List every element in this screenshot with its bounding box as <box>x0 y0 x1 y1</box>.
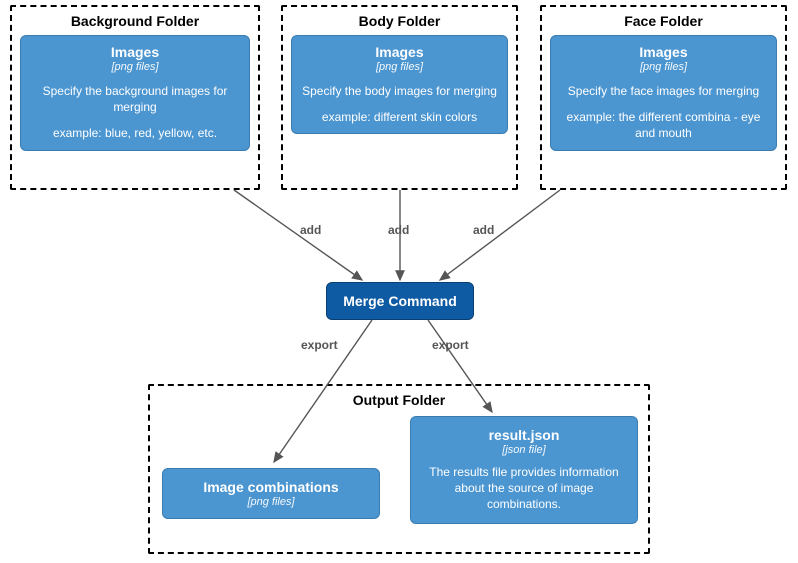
body-folder-title: Body Folder <box>291 13 508 29</box>
card-desc: The results file provides information ab… <box>423 464 625 513</box>
card-subtitle: [png files] <box>561 61 766 73</box>
card-title: Images <box>561 44 766 60</box>
image-combinations-card: Image combinations [png files] <box>162 468 380 519</box>
face-folder: Face Folder Images [png files] Specify t… <box>540 5 787 190</box>
card-desc: Specify the body images for merging <box>302 83 497 99</box>
face-folder-title: Face Folder <box>550 13 777 29</box>
merge-command: Merge Command <box>326 282 474 320</box>
card-subtitle: [json file] <box>423 444 625 456</box>
edge-label-export: export <box>301 338 338 352</box>
background-images-card: Images [png files] Specify the backgroun… <box>20 35 250 151</box>
card-example: example: blue, red, yellow, etc. <box>31 125 239 141</box>
body-images-card: Images [png files] Specify the body imag… <box>291 35 508 134</box>
body-folder: Body Folder Images [png files] Specify t… <box>281 5 518 190</box>
merge-command-label: Merge Command <box>343 293 457 309</box>
output-folder: Output Folder Image combinations [png fi… <box>148 384 650 554</box>
card-subtitle: [png files] <box>31 61 239 73</box>
edge-label-add: add <box>473 223 494 237</box>
card-title: Images <box>31 44 239 60</box>
card-title: Image combinations <box>175 479 367 495</box>
card-title: result.json <box>423 427 625 443</box>
face-images-card: Images [png files] Specify the face imag… <box>550 35 777 151</box>
background-folder-title: Background Folder <box>20 13 250 29</box>
card-subtitle: [png files] <box>175 496 367 508</box>
edge-label-add: add <box>300 223 321 237</box>
card-desc: Specify the face images for merging <box>561 83 766 99</box>
card-desc: Specify the background images for mergin… <box>31 83 239 115</box>
card-title: Images <box>302 44 497 60</box>
card-example: example: different skin colors <box>302 109 497 125</box>
result-json-card: result.json [json file] The results file… <box>410 416 638 524</box>
edge-label-export: export <box>432 338 469 352</box>
edge-label-add: add <box>388 223 409 237</box>
card-example: example: the different combina - eye and… <box>561 109 766 141</box>
card-subtitle: [png files] <box>302 61 497 73</box>
background-folder: Background Folder Images [png files] Spe… <box>10 5 260 190</box>
output-folder-title: Output Folder <box>158 392 640 408</box>
